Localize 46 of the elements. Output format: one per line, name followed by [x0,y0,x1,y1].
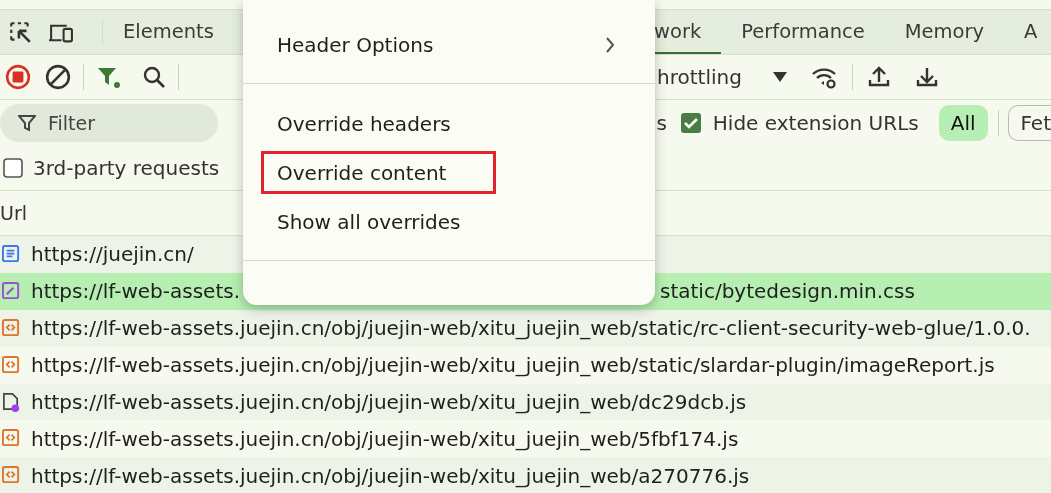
panel-tab[interactable]: A [1004,10,1051,54]
stop-recording-icon[interactable] [5,64,31,90]
url-cell: https://lf-web-assets.juejin.cn/obj/juejin-web/xitu_juejin_web/dc29dcb.js [31,390,747,414]
request-row[interactable]: https://lf-web-assets.juejin.cn/obj/juejin-web/xitu_juejin_web/5fbf174.js [0,420,1051,458]
type-filter-chip[interactable]: Fet [1008,105,1051,141]
request-row[interactable]: https://lf-web-assets.juejin.cn/obj/juejin-web/xitu_juejin_web/static/rc-client-security-web-glue/1.0.0. [0,309,1051,347]
request-row[interactable]: https://lf-web-assets.juejin.cn/obj/juejin-web/xitu_juejin_web/a270776.js [0,457,1051,493]
upload-icon[interactable] [866,65,891,89]
filter-icon[interactable] [96,65,120,89]
request-row[interactable]: https://lf-web-assets.juejin.cn/obj/juejin-web/xitu_juejin_web/dc29dcb.js [0,383,1051,421]
filter-label: s [656,111,667,135]
download-icon[interactable] [914,65,939,89]
checkbox[interactable] [3,158,23,178]
filter-field[interactable]: Filter [0,104,219,142]
panel-tab[interactable]: Elements [103,10,234,54]
menu-item[interactable]: Show all overrides [243,197,655,246]
select-element-icon[interactable] [8,20,32,44]
url-cell: https://lf-web-assets. static/bytedesign.min.css [31,279,915,304]
url-cell: https://lf-web-assets.juejin.cn/obj/juejin-web/xitu_juejin_web/static/slardar-plugin/imageReport.js [31,353,995,378]
url-cell: https://juejin.cn/ [31,242,194,267]
type-filter-chip[interactable]: All [938,105,988,141]
url-cell: https://lf-web-assets.juejin.cn/obj/juejin-web/xitu_juejin_web/5fbf174.js [31,426,739,451]
script-file-icon [2,318,21,338]
panel-tab[interactable]: Memory [884,10,1005,54]
throttling-dropdown[interactable]: hrottling [657,65,788,89]
filter-icon [18,114,36,132]
search-icon[interactable] [142,65,166,89]
document-file-icon [2,244,21,264]
url-cell: https://lf-web-assets.juejin.cn/obj/juejin-web/xitu_juejin_web/static/rc-client-security-web-glue/1.0.0. [31,316,1031,341]
dropdown-arrow-icon [771,70,788,84]
script-file-icon [2,429,21,449]
chevron-right-icon [605,36,615,53]
menu-item[interactable]: Override content [243,148,655,197]
panel-tab[interactable]: Performance [721,10,885,54]
column-header[interactable]: Url [0,202,27,224]
menu-item[interactable]: Override headers [243,99,655,148]
request-row[interactable]: https://lf-web-assets.juejin.cn/obj/juejin-web/xitu_juejin_web/static/slardar-plugin/imageReport.js [0,346,1051,384]
stylesheet-file-icon [2,281,21,301]
checkbox[interactable] [680,113,701,133]
checkbox-label: Hide extension URLs [712,111,919,135]
script-file-icon [2,355,21,375]
script-file-icon [2,466,21,486]
clear-icon[interactable] [45,64,71,90]
url-cell: https://lf-web-assets.juejin.cn/obj/juejin-web/xitu_juejin_web/a270776.js [31,463,750,488]
file-file-icon [2,392,21,412]
checkbox-label: 3rd-party requests [33,156,220,180]
